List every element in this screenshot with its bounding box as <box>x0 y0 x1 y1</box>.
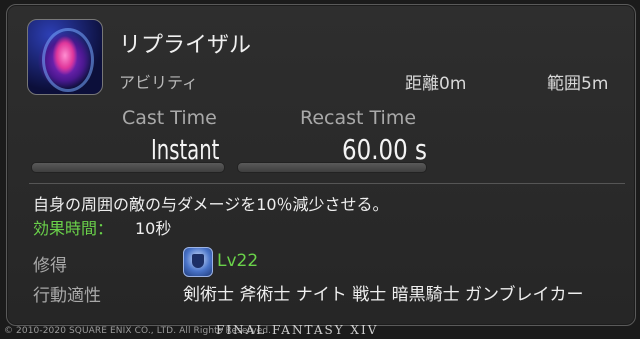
action-description: 自身の周囲の敵の与ダメージを10％減少させる。 <box>33 195 389 214</box>
action-range: 距離0m <box>405 74 467 94</box>
action-type: アビリティ <box>119 73 199 92</box>
effect-duration-label: 効果時間： <box>33 219 114 238</box>
divider <box>29 183 625 184</box>
jobs-list: 剣術士 斧術士 ナイト 戦士 暗黒騎士 ガンブレイカー <box>183 285 584 305</box>
cast-time-bar <box>31 162 225 173</box>
acquire-level: Lv22 <box>217 251 259 271</box>
action-tooltip: リプライザル アビリティ 距離0m 範囲5m Cast Time Recast … <box>6 4 636 326</box>
reprisal-action-icon <box>27 19 103 95</box>
recast-time-label: Recast Time <box>300 107 417 129</box>
cast-time-label: Cast Time <box>122 107 217 129</box>
action-radius: 範囲5m <box>547 74 609 94</box>
acquire-label: 修得 <box>33 256 67 276</box>
action-name: リプライザル <box>119 33 252 58</box>
effect-duration-value: 10秒 <box>135 219 172 238</box>
recast-time-bar <box>237 162 427 173</box>
role-shield-icon <box>183 247 213 277</box>
game-logo: FINAL FANTASY XIV <box>216 323 379 337</box>
jobs-label: 行動適性 <box>33 286 101 306</box>
